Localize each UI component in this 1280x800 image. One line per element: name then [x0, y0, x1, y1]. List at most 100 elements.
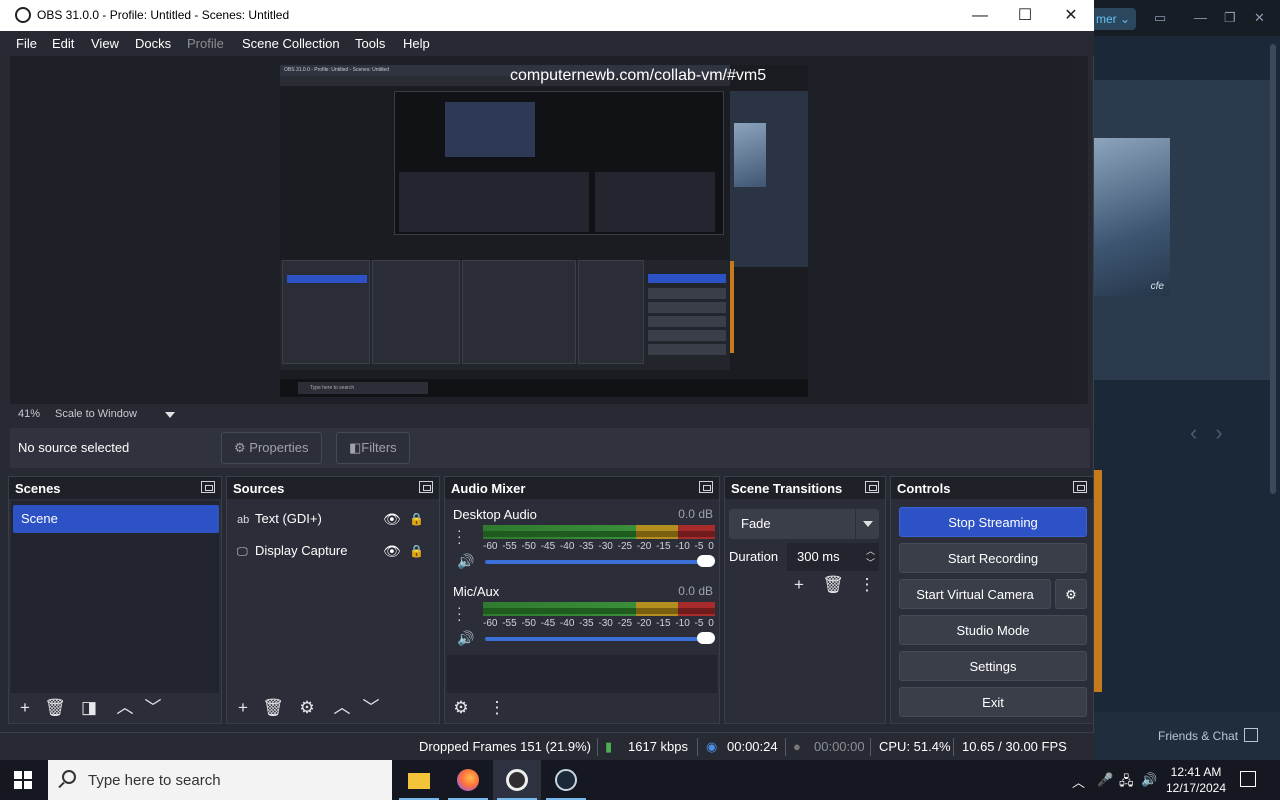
- remove-source-trash-icon[interactable]: 🗑: [261, 696, 285, 720]
- speaker-icon[interactable]: 🔊: [457, 630, 474, 647]
- steam-monitor-icon[interactable]: ▭: [1154, 10, 1166, 26]
- sources-dock: Sources ab Text (GDI+) 👁 🔒 🖵 Display Captu…: [226, 476, 440, 724]
- speaker-icon[interactable]: 🔊: [457, 553, 474, 570]
- menu-docks[interactable]: Docks: [135, 36, 171, 51]
- undock-icon[interactable]: [419, 481, 433, 493]
- notification-icon[interactable]: [1240, 771, 1256, 787]
- chevron-down-icon[interactable]: [855, 509, 879, 539]
- nested-stop-streaming: [648, 274, 726, 283]
- menu-file[interactable]: File: [16, 36, 37, 51]
- menu-view[interactable]: View: [91, 36, 119, 51]
- source-label: Text (GDI+): [255, 511, 322, 526]
- steam-user-pill[interactable]: mer ⌄: [1094, 8, 1136, 30]
- firefox-icon: [457, 769, 479, 791]
- start-virtual-camera-button[interactable]: Start Virtual Camera: [899, 579, 1051, 609]
- scale-mode-select[interactable]: Scale to Window: [55, 408, 137, 420]
- undock-icon[interactable]: [1073, 481, 1087, 493]
- tray-chevron-up-icon[interactable]: ︿: [1072, 772, 1085, 791]
- filters-button[interactable]: ◧Filters: [336, 432, 410, 464]
- stop-streaming-button[interactable]: Stop Streaming: [899, 507, 1087, 537]
- file-explorer-app[interactable]: [395, 760, 443, 800]
- channel-menu-kebab-icon[interactable]: · · ·: [457, 600, 462, 626]
- nested-control-button: [648, 330, 726, 341]
- studio-mode-button[interactable]: Studio Mode: [899, 615, 1087, 645]
- maximize-button[interactable]: ☐: [1002, 0, 1048, 31]
- volume-icon[interactable]: 🔊: [1141, 772, 1157, 788]
- mixer-menu-kebab-icon[interactable]: ⋮: [485, 696, 509, 720]
- steam-game-thumbnail[interactable]: cfe: [1094, 138, 1170, 296]
- scene-item[interactable]: Scene: [13, 505, 219, 533]
- volume-slider-handle[interactable]: [697, 632, 715, 644]
- transition-menu-kebab-icon[interactable]: ⋮: [855, 573, 879, 597]
- taskbar-clock[interactable]: 12:41 AM 12/17/2024: [1160, 764, 1232, 796]
- remove-transition-trash-icon[interactable]: 🗑: [821, 573, 845, 597]
- preview-scrollbar[interactable]: [1074, 56, 1088, 404]
- settings-button[interactable]: Settings: [899, 651, 1087, 681]
- move-source-up-chevron-icon[interactable]: ︿: [330, 696, 354, 720]
- channel-menu-kebab-icon[interactable]: · · ·: [457, 523, 462, 549]
- lock-icon[interactable]: 🔒: [409, 506, 424, 532]
- menu-scene-collection[interactable]: Scene Collection: [242, 36, 340, 51]
- network-icon[interactable]: 🖧: [1119, 772, 1134, 794]
- exit-button[interactable]: Exit: [899, 687, 1087, 717]
- nested-control-button: [648, 316, 726, 327]
- firefox-app[interactable]: [444, 760, 492, 800]
- steam-minimize-icon[interactable]: —: [1194, 10, 1207, 25]
- scale-mode-chevron-down-icon[interactable]: [165, 412, 175, 418]
- start-recording-button[interactable]: Start Recording: [899, 543, 1087, 573]
- friends-chat-button[interactable]: Friends & Chat: [1094, 712, 1280, 760]
- volume-slider[interactable]: [485, 637, 713, 641]
- steam-close-icon[interactable]: ✕: [1254, 10, 1265, 26]
- obs-app[interactable]: [493, 760, 541, 800]
- source-item-text[interactable]: ab Text (GDI+) 👁 🔒: [237, 506, 437, 532]
- undock-icon[interactable]: [865, 481, 879, 493]
- windows-taskbar: Type here to search ︿ 🎤 🖧 🔊 12:41 AM 12/…: [0, 760, 1280, 800]
- obs-window: OBS 31.0.0 - Profile: Untitled - Scenes:…: [0, 0, 1094, 760]
- scene-filter-icon[interactable]: ◨: [77, 696, 101, 720]
- move-scene-up-chevron-icon[interactable]: ︿: [113, 696, 137, 720]
- microphone-icon[interactable]: 🎤: [1097, 772, 1113, 788]
- source-item-display-capture[interactable]: 🖵 Display Capture 👁 🔒: [237, 538, 437, 564]
- recording-time: 00:00:00: [814, 739, 865, 754]
- mixer-footer: ⚙ ⋮: [445, 693, 719, 723]
- nested-scene-selected: [287, 275, 367, 283]
- move-scene-down-chevron-icon[interactable]: ﹀: [141, 696, 165, 720]
- sources-footer: + 🗑 ⚙ ︿ ﹀: [227, 693, 439, 723]
- move-source-down-chevron-icon[interactable]: ﹀: [359, 696, 383, 720]
- visibility-eye-icon[interactable]: 👁: [383, 506, 401, 532]
- undock-icon[interactable]: [201, 481, 215, 493]
- preview-canvas[interactable]: OBS 31.0.0 - Profile: Untitled - Scenes:…: [280, 65, 808, 397]
- source-properties-gear-icon[interactable]: ⚙: [295, 696, 319, 720]
- steam-app[interactable]: [542, 760, 590, 800]
- remove-scene-trash-icon[interactable]: 🗑: [43, 696, 67, 720]
- status-bar: Dropped Frames 151 (21.9%) ▮ 1617 kbps ◉…: [0, 732, 1094, 760]
- add-transition-plus-icon[interactable]: +: [787, 573, 811, 597]
- sources-list[interactable]: ab Text (GDI+) 👁 🔒 🖵 Display Capture 👁 🔒: [229, 501, 437, 693]
- steam-carousel-arrows[interactable]: ‹›: [1190, 420, 1241, 446]
- scenes-list[interactable]: Scene: [11, 501, 219, 693]
- menu-profile[interactable]: Profile: [187, 36, 224, 51]
- steam-restore-icon[interactable]: ❐: [1224, 10, 1236, 26]
- minimize-button[interactable]: —: [957, 0, 1003, 31]
- visibility-eye-icon[interactable]: 👁: [383, 538, 401, 564]
- properties-button[interactable]: ⚙ Properties: [221, 432, 322, 464]
- menu-help[interactable]: Help: [403, 36, 430, 51]
- windows-start-icon[interactable]: [14, 771, 32, 789]
- add-source-plus-icon[interactable]: +: [231, 696, 255, 720]
- advanced-audio-gear-icon[interactable]: ⚙: [449, 696, 473, 720]
- volume-slider-handle[interactable]: [697, 555, 715, 567]
- close-button[interactable]: ✕: [1048, 0, 1094, 31]
- taskbar-search-box[interactable]: Type here to search: [48, 760, 392, 800]
- transition-select[interactable]: Fade: [729, 509, 879, 539]
- duration-stepper-icon[interactable]: ︿ ﹀: [866, 545, 875, 569]
- lock-icon[interactable]: 🔒: [409, 538, 424, 564]
- menu-tools[interactable]: Tools: [355, 36, 385, 51]
- menu-edit[interactable]: Edit: [52, 36, 74, 51]
- duration-input[interactable]: 300 ms ︿ ﹀: [787, 543, 879, 571]
- undock-icon[interactable]: [699, 481, 713, 493]
- volume-slider[interactable]: [485, 560, 713, 564]
- add-scene-plus-icon[interactable]: +: [13, 696, 37, 720]
- steam-scrollbar[interactable]: [1270, 44, 1276, 494]
- steam-user-name: mer: [1096, 12, 1117, 26]
- virtual-camera-settings-gear-icon[interactable]: ⚙: [1055, 579, 1087, 609]
